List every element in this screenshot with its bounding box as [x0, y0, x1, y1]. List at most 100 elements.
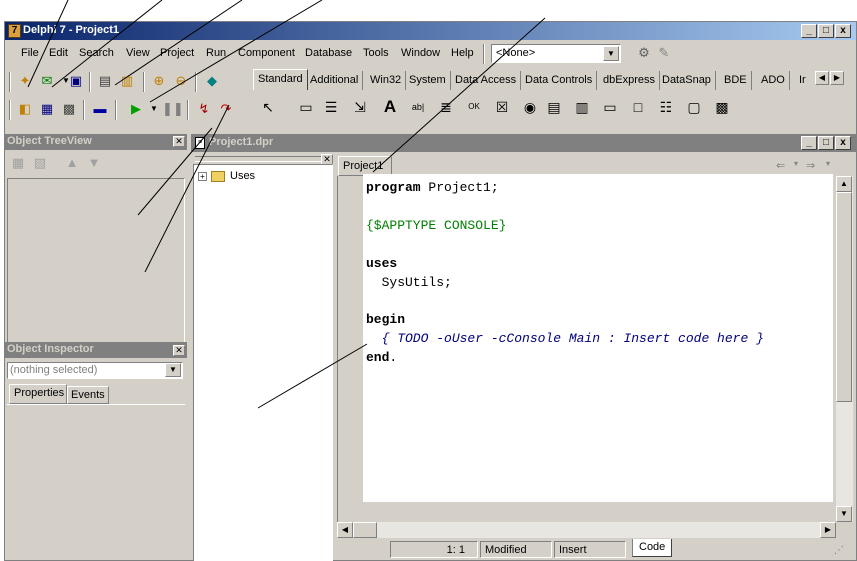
save-icon[interactable]: ▣: [67, 72, 85, 90]
new-item-icon[interactable]: ▦: [9, 154, 27, 172]
view-unit-icon[interactable]: ◧: [16, 100, 34, 118]
menu-database[interactable]: Database: [305, 47, 352, 59]
view-form-icon[interactable]: ▦: [38, 100, 56, 118]
panel-icon[interactable]: ▢: [683, 96, 705, 118]
menu-tools[interactable]: Tools: [363, 47, 389, 59]
tab-dbexpress[interactable]: dbExpress: [599, 71, 660, 90]
open-icon[interactable]: ✉: [38, 72, 56, 90]
memo-icon[interactable]: ≣: [435, 96, 457, 118]
open-project-icon[interactable]: ▥: [118, 72, 136, 90]
property-grid[interactable]: [7, 404, 185, 560]
tab-additional[interactable]: Additional: [306, 71, 364, 90]
menu-edit[interactable]: Edit: [49, 47, 68, 59]
code-editor[interactable]: program Project1; {$APPTYPE CONSOLE} use…: [363, 174, 833, 502]
toggle-form-unit-icon[interactable]: ▩: [60, 100, 78, 118]
label-icon[interactable]: A: [379, 96, 401, 118]
listbox-icon[interactable]: ▤: [543, 96, 565, 118]
horizontal-scrollbar[interactable]: ◀ ▶: [337, 522, 836, 538]
back-icon[interactable]: ⇐: [776, 159, 785, 172]
add-file-icon[interactable]: ⊕: [150, 72, 168, 90]
maximize-button[interactable]: □: [818, 24, 834, 38]
move-down-icon[interactable]: ▼: [85, 154, 103, 172]
trace-into-icon[interactable]: ↯: [195, 100, 213, 118]
menu-search[interactable]: Search: [79, 47, 114, 59]
menu-window[interactable]: Window: [401, 47, 440, 59]
object-tree[interactable]: [7, 178, 185, 354]
close-button[interactable]: x: [835, 136, 851, 150]
close-icon[interactable]: ✕: [173, 136, 185, 147]
run-dropdown-icon[interactable]: ▼: [145, 100, 163, 118]
menu-file[interactable]: File: [21, 47, 39, 59]
chevron-down-icon[interactable]: ▼: [603, 46, 619, 61]
tab-system[interactable]: System: [405, 71, 451, 90]
object-inspector-title[interactable]: Object Inspector: [5, 342, 187, 358]
tab-events[interactable]: Events: [67, 386, 109, 404]
editor-gutter[interactable]: [337, 176, 363, 536]
tab-properties[interactable]: Properties: [9, 384, 67, 404]
new-form-icon[interactable]: ▬: [91, 100, 109, 118]
size-grip-icon[interactable]: ⋰: [834, 545, 848, 559]
tab-project1[interactable]: Project1: [338, 156, 392, 176]
radiobutton-icon[interactable]: ◉: [519, 96, 541, 118]
scroll-left-icon[interactable]: ◀: [337, 522, 353, 538]
scrollbar-icon[interactable]: ▭: [599, 96, 621, 118]
explorer-uses-node[interactable]: Uses: [230, 170, 255, 182]
pause-icon[interactable]: ❚❚: [162, 100, 184, 118]
popup-menu-icon[interactable]: ⇲: [349, 96, 371, 118]
save-all-icon[interactable]: ▤: [96, 72, 114, 90]
frames-icon[interactable]: ▭: [295, 96, 317, 118]
expand-icon[interactable]: +: [198, 172, 207, 181]
menu-view[interactable]: View: [126, 47, 150, 59]
step-over-icon[interactable]: ↷: [217, 100, 235, 118]
scroll-up-icon[interactable]: ▲: [836, 176, 852, 192]
set-debug-desktop-icon[interactable]: ✎: [655, 44, 673, 62]
vertical-scrollbar[interactable]: ▲ ▼: [836, 176, 853, 522]
tab-bde[interactable]: BDE: [720, 71, 752, 90]
close-button[interactable]: x: [835, 24, 851, 38]
tab-interbase[interactable]: Ir: [795, 71, 810, 90]
chevron-down-icon[interactable]: ▼: [165, 363, 181, 377]
tab-datasnap[interactable]: DataSnap: [658, 71, 716, 90]
menu-help[interactable]: Help: [451, 47, 474, 59]
combobox-icon[interactable]: ▥: [571, 96, 593, 118]
tab-data-access[interactable]: Data Access: [451, 71, 522, 90]
editor-title-bar[interactable]: Project1.dpr: [191, 134, 857, 152]
menu-run[interactable]: Run: [206, 47, 226, 59]
back-dropdown-icon[interactable]: ▾: [794, 159, 798, 168]
object-selector-combo[interactable]: (nothing selected) ▼: [7, 362, 183, 379]
palette-scroll-right-icon[interactable]: ▶: [830, 71, 844, 85]
radiogroup-icon[interactable]: ☷: [655, 96, 677, 118]
delete-item-icon[interactable]: ▧: [31, 154, 49, 172]
pointer-arrow-icon[interactable]: ↖: [257, 96, 279, 118]
help-contents-icon[interactable]: ◆: [203, 72, 221, 90]
move-up-icon[interactable]: ▲: [63, 154, 81, 172]
forward-dropdown-icon[interactable]: ▾: [826, 159, 830, 168]
run-icon[interactable]: ▶: [127, 100, 145, 118]
title-bar[interactable]: 7 Delphi 7 - Project1 _ □ x: [5, 22, 856, 40]
object-treeview-title[interactable]: Object TreeView: [5, 134, 187, 150]
tab-win32[interactable]: Win32: [366, 71, 407, 90]
palette-scroll-left-icon[interactable]: ◀: [815, 71, 829, 85]
scroll-right-icon[interactable]: ▶: [820, 522, 836, 538]
actionlist-icon[interactable]: ▩: [711, 96, 733, 118]
tab-standard[interactable]: Standard: [253, 69, 308, 90]
code-explorer[interactable]: + Uses: [193, 164, 333, 561]
main-menu-icon[interactable]: ☰: [320, 96, 342, 118]
checkbox-icon[interactable]: ☒: [491, 96, 513, 118]
delphi-app-icon[interactable]: 7: [8, 24, 21, 38]
code-explorer-grip[interactable]: [195, 156, 325, 162]
new-items-icon[interactable]: ✦: [16, 72, 34, 90]
vertical-scroll-thumb[interactable]: [836, 192, 852, 402]
tab-data-controls[interactable]: Data Controls: [521, 71, 598, 90]
menu-component[interactable]: Component: [238, 47, 295, 59]
maximize-button[interactable]: □: [818, 136, 834, 150]
groupbox-icon[interactable]: □: [627, 96, 649, 118]
remove-file-icon[interactable]: ⊖: [172, 72, 190, 90]
button-icon[interactable]: OK: [463, 96, 485, 118]
desktop-config-combo[interactable]: <None> ▼: [491, 44, 621, 63]
minimize-button[interactable]: _: [801, 24, 817, 38]
forward-icon[interactable]: ⇒: [806, 159, 815, 172]
tab-ado[interactable]: ADO: [757, 71, 790, 90]
minimize-button[interactable]: _: [801, 136, 817, 150]
save-desktop-icon[interactable]: ⚙: [635, 44, 653, 62]
